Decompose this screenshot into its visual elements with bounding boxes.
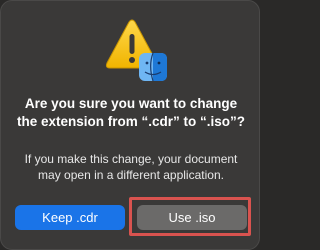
keep-extension-button[interactable]: Keep .cdr: [15, 205, 125, 230]
use-extension-button[interactable]: Use .iso: [137, 205, 247, 230]
finder-icon: [139, 53, 167, 81]
warning-icon: [103, 19, 169, 83]
dialog-message: If you make this change, your document m…: [24, 152, 238, 182]
alert-dialog: Are you sure you want to change the exte…: [0, 0, 260, 250]
dialog-title: Are you sure you want to change the exte…: [16, 96, 246, 129]
